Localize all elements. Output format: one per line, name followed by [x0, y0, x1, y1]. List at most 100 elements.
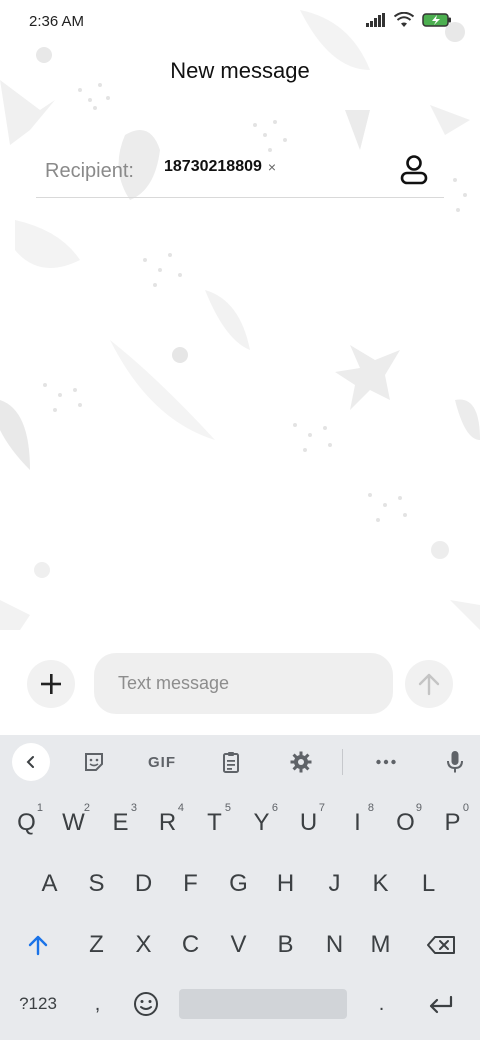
key-label: L: [421, 870, 436, 897]
recipient-chip-number: 18730218809: [164, 158, 262, 175]
keyboard-back-button[interactable]: [12, 743, 50, 781]
add-attachment-button[interactable]: [27, 660, 75, 708]
send-button[interactable]: [405, 660, 453, 708]
key-label: T: [207, 809, 222, 836]
key-hint: 6: [271, 802, 278, 814]
toolbar-divider: [342, 749, 343, 775]
key-e[interactable]: E3: [97, 794, 144, 852]
more-button[interactable]: [371, 747, 401, 777]
key-label: E: [112, 809, 129, 836]
key-label: V: [230, 931, 247, 958]
gif-label: GIF: [148, 753, 176, 771]
enter-key[interactable]: [416, 975, 466, 1033]
key-s[interactable]: S: [73, 855, 120, 913]
recipient-label: Recipient:: [45, 160, 134, 182]
page-title: New message: [170, 58, 310, 83]
sticker-icon: [85, 753, 103, 771]
key-o[interactable]: O9: [382, 794, 429, 852]
key-h[interactable]: H: [262, 855, 309, 913]
microphone-icon: [447, 751, 463, 773]
message-input[interactable]: [94, 653, 393, 714]
key-row-4: ?123 , .: [0, 975, 480, 1033]
key-label: Y: [253, 809, 270, 836]
key-label: D: [134, 870, 153, 897]
key-label: H: [276, 870, 295, 897]
key-label: B: [277, 931, 294, 958]
key-label: S: [88, 870, 105, 897]
key-hint: 4: [177, 802, 184, 814]
key-row-3: Z X C V B N M: [0, 916, 480, 974]
shift-key[interactable]: [10, 916, 66, 974]
keyboard-settings-button[interactable]: [286, 747, 316, 777]
key-label: W: [62, 809, 85, 836]
key-a[interactable]: A: [26, 855, 73, 913]
key-l[interactable]: L: [405, 855, 452, 913]
wifi-icon: [394, 12, 414, 27]
emoji-key[interactable]: [122, 975, 169, 1033]
battery-charging-icon: [422, 13, 451, 27]
key-u[interactable]: U7: [285, 794, 332, 852]
key-t[interactable]: T5: [191, 794, 238, 852]
key-hint: 7: [318, 802, 325, 814]
period-label: .: [378, 992, 385, 1015]
key-label: A: [41, 870, 58, 897]
clipboard-icon: [223, 752, 239, 773]
backspace-key[interactable]: [414, 916, 470, 974]
key-p[interactable]: P0: [429, 794, 476, 852]
sticker-button[interactable]: [79, 747, 109, 777]
space-key[interactable]: [179, 989, 347, 1019]
gif-button[interactable]: GIF: [140, 747, 184, 777]
key-hint: 3: [130, 802, 137, 814]
key-hint: 5: [224, 802, 231, 814]
period-key[interactable]: .: [358, 975, 405, 1033]
key-hint: 2: [83, 802, 90, 814]
key-b[interactable]: B: [262, 916, 309, 974]
key-n[interactable]: N: [311, 916, 358, 974]
comma-key[interactable]: ,: [74, 975, 121, 1033]
chevron-left-icon: [26, 756, 34, 768]
key-row-2: A S D F G H J K L: [0, 855, 480, 913]
compose-bar: [0, 652, 480, 716]
shift-icon: [28, 935, 48, 956]
remove-recipient-button[interactable]: ×: [268, 159, 276, 175]
key-d[interactable]: D: [120, 855, 167, 913]
key-c[interactable]: C: [167, 916, 214, 974]
gear-icon: [290, 751, 312, 773]
key-r[interactable]: R4: [144, 794, 191, 852]
symbols-key[interactable]: ?123: [6, 975, 70, 1033]
key-hint: 9: [415, 802, 422, 814]
key-hint: 1: [36, 802, 43, 814]
key-i[interactable]: I8: [334, 794, 381, 852]
key-z[interactable]: Z: [73, 916, 120, 974]
status-bar: 2:36 AM: [0, 0, 480, 44]
key-label: Q: [17, 809, 36, 836]
key-label: F: [183, 870, 198, 897]
key-label: C: [181, 931, 200, 958]
key-m[interactable]: M: [357, 916, 404, 974]
clipboard-button[interactable]: [216, 747, 246, 777]
backspace-icon: [427, 936, 455, 954]
symbols-label: ?123: [19, 994, 57, 1013]
key-f[interactable]: F: [167, 855, 214, 913]
keyboard: G I F Q 1 W 2 E 3 R 4 T 5 Y 6 U 7 I 8 O 9 …: [0, 735, 480, 1040]
key-k[interactable]: K: [357, 855, 404, 913]
key-y[interactable]: Y6: [238, 794, 285, 852]
contact-picker-button[interactable]: [398, 154, 430, 186]
key-j[interactable]: J: [311, 855, 358, 913]
enter-icon: [429, 995, 453, 1014]
key-label: X: [135, 931, 152, 958]
key-g[interactable]: G: [215, 855, 262, 913]
key-v[interactable]: V: [215, 916, 262, 974]
key-x[interactable]: X: [120, 916, 167, 974]
key-label: R: [158, 809, 177, 836]
key-label: M: [370, 931, 391, 958]
key-label: I: [354, 809, 361, 836]
comma-label: ,: [94, 992, 101, 1015]
keyboard-toolbar: GIF: [0, 735, 480, 790]
voice-input-button[interactable]: [440, 747, 470, 777]
key-w[interactable]: W2: [50, 794, 97, 852]
recipient-chip[interactable]: 18730218809 ×: [164, 158, 276, 176]
key-q[interactable]: Q1: [3, 794, 50, 852]
key-row-1: Q1 W2 E3 R4 T5 Y6 U7 I8 O9 P0: [0, 794, 480, 852]
recipient-field[interactable]: Recipient: 18730218809 ×: [36, 146, 444, 198]
